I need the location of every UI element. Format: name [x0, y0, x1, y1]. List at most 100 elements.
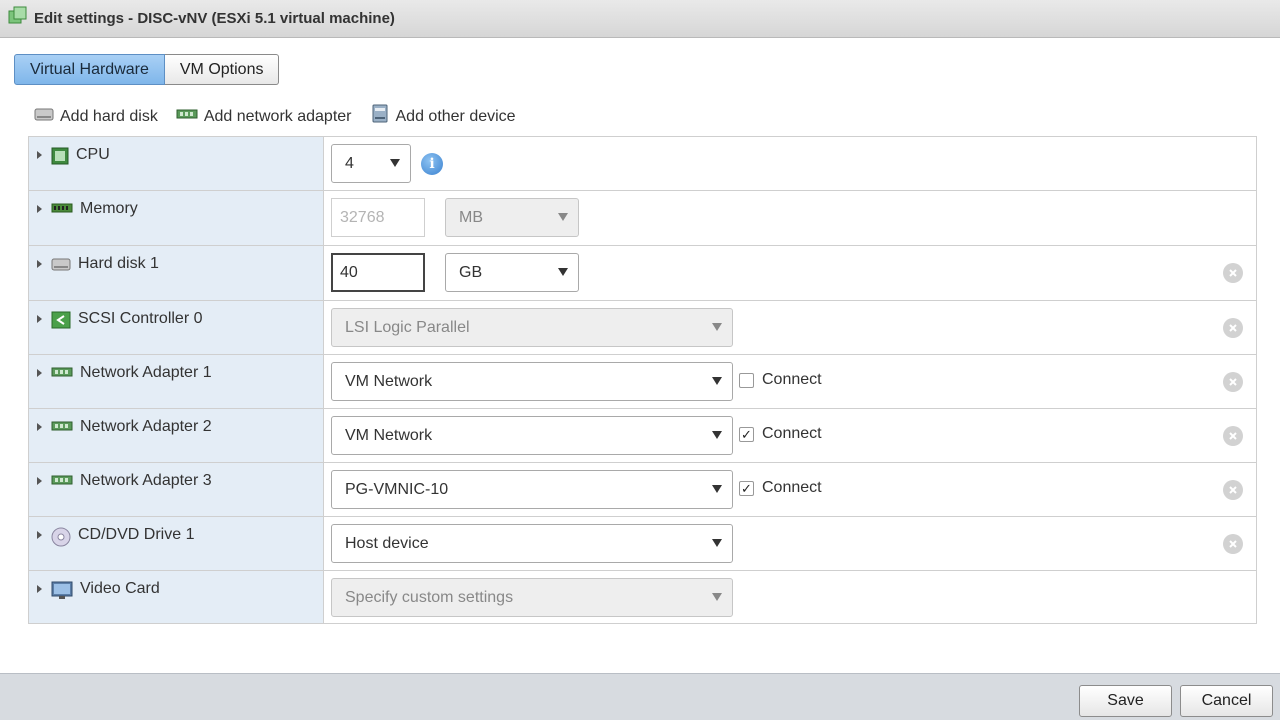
remove-circle-icon: [1229, 378, 1237, 386]
cpu-chip-icon: [51, 147, 69, 170]
checkbox-checked-icon[interactable]: ✓: [739, 480, 754, 496]
hardware-label-cell: Network Adapter 2: [29, 409, 324, 462]
checkbox-checked-icon[interactable]: ✓: [739, 426, 754, 442]
hardware-row-scsi-controller-0: SCSI Controller 0 LSI Logic Parallel: [29, 301, 1256, 355]
info-icon[interactable]: i: [421, 153, 443, 175]
add-hard-disk-label: Add hard disk: [60, 107, 158, 125]
hardware-value-cell: VM Network ✓ Connect: [324, 409, 1256, 462]
chevron-down-icon: [558, 268, 568, 276]
remove-circle-icon: [1229, 324, 1237, 332]
cd-disc-icon: [51, 527, 71, 552]
chevron-down-icon: [712, 539, 722, 547]
hardware-label-cell: Hard disk 1: [29, 246, 324, 300]
add-hard-disk-button[interactable]: Add hard disk: [34, 104, 158, 129]
hard-disk-size-input[interactable]: 40: [331, 253, 425, 292]
remove-scsi-controller-0-button[interactable]: [1223, 318, 1243, 338]
network-adapter-1-connect-checkbox[interactable]: Connect: [739, 371, 822, 389]
memory-unit-value: MB: [459, 208, 483, 226]
checkbox-unchecked[interactable]: [739, 372, 754, 388]
remove-cd-dvd-drive-1-button[interactable]: [1223, 534, 1243, 554]
network-adapter-3-connect-checkbox[interactable]: ✓ Connect: [739, 479, 822, 497]
remove-circle-icon: [1229, 432, 1237, 440]
hardware-value-cell: LSI Logic Parallel: [324, 301, 1256, 354]
add-network-adapter-button[interactable]: Add network adapter: [176, 104, 352, 129]
hardware-value-cell: 32768 MB: [324, 191, 1256, 245]
cpu-count-value: 4: [345, 154, 354, 172]
network-adapter-1-select[interactable]: VM Network: [331, 362, 733, 401]
remove-circle-icon: [1229, 540, 1237, 548]
hardware-row-network-adapter-2: Network Adapter 2 VM Network ✓ Connect: [29, 409, 1256, 463]
scsi-controller-icon: [51, 311, 71, 334]
expand-triangle-icon[interactable]: [37, 260, 42, 268]
hardware-value-cell: 4 i: [324, 137, 1256, 190]
expand-triangle-icon[interactable]: [37, 205, 42, 213]
network-adapter-2-connect-checkbox[interactable]: ✓ Connect: [739, 425, 822, 443]
monitor-icon: [51, 581, 73, 606]
cd-dvd-drive-1-select[interactable]: Host device: [331, 524, 733, 563]
hardware-row-cpu: CPU 4 i: [29, 137, 1256, 191]
tab-bar: Virtual Hardware VM Options: [14, 54, 280, 85]
expand-triangle-icon[interactable]: [37, 585, 42, 593]
hardware-label-cell: Network Adapter 1: [29, 355, 324, 408]
hardware-value-cell: PG-VMNIC-10 ✓ Connect: [324, 463, 1256, 516]
hard-disk-unit-select[interactable]: GB: [445, 253, 579, 292]
network-card-icon: [176, 107, 198, 126]
device-icon: [370, 104, 390, 129]
hardware-label-cell: Network Adapter 3: [29, 463, 324, 516]
connect-label: Connect: [762, 371, 822, 388]
memory-size-input[interactable]: 32768: [331, 198, 425, 237]
tab-virtual-hardware[interactable]: Virtual Hardware: [14, 54, 165, 85]
chevron-down-icon: [712, 485, 722, 493]
hardware-label-cell: Video Card: [29, 571, 324, 623]
video-card-settings-select[interactable]: Specify custom settings: [331, 578, 733, 617]
device-toolbar: Add hard disk Add network adapter Add ot…: [34, 104, 516, 129]
remove-circle-icon: [1229, 269, 1237, 277]
cpu-count-select[interactable]: 4: [331, 144, 411, 183]
expand-triangle-icon[interactable]: [37, 423, 42, 431]
hardware-label-cell: CPU: [29, 137, 324, 190]
cd-dvd-drive-1-value: Host device: [345, 534, 429, 552]
memory-module-icon: [51, 201, 73, 220]
chevron-down-icon: [558, 213, 568, 221]
video-card-label: Video Card: [80, 580, 160, 597]
cancel-button[interactable]: Cancel: [1180, 685, 1273, 717]
expand-triangle-icon[interactable]: [37, 477, 42, 485]
hard-disk-1-label: Hard disk 1: [78, 255, 159, 272]
chevron-down-icon: [712, 377, 722, 385]
video-card-settings-value: Specify custom settings: [345, 588, 514, 606]
memory-unit-select[interactable]: MB: [445, 198, 579, 237]
hardware-row-video-card: Video Card Specify custom settings: [29, 571, 1256, 623]
hardware-row-memory: Memory 32768 MB: [29, 191, 1256, 246]
cd-dvd-drive-1-label: CD/DVD Drive 1: [78, 526, 195, 543]
network-card-icon: [51, 419, 73, 438]
expand-triangle-icon[interactable]: [37, 315, 42, 323]
expand-triangle-icon[interactable]: [37, 531, 42, 539]
connect-label: Connect: [762, 479, 822, 496]
expand-triangle-icon[interactable]: [37, 151, 42, 159]
hardware-value-cell: VM Network Connect: [324, 355, 1256, 408]
hardware-row-network-adapter-1: Network Adapter 1 VM Network Connect: [29, 355, 1256, 409]
hard-disk-unit-value: GB: [459, 263, 483, 281]
network-adapter-2-label: Network Adapter 2: [80, 418, 212, 435]
remove-network-adapter-2-button[interactable]: [1223, 426, 1243, 446]
save-button[interactable]: Save: [1079, 685, 1172, 717]
hardware-label-cell: Memory: [29, 191, 324, 245]
add-other-device-button[interactable]: Add other device: [370, 104, 516, 129]
remove-network-adapter-1-button[interactable]: [1223, 372, 1243, 392]
network-adapter-1-label: Network Adapter 1: [80, 364, 212, 381]
network-adapter-2-select[interactable]: VM Network: [331, 416, 733, 455]
expand-triangle-icon[interactable]: [37, 369, 42, 377]
hardware-row-cd-dvd-drive-1: CD/DVD Drive 1 Host device: [29, 517, 1256, 571]
hard-disk-icon: [34, 106, 54, 127]
hardware-value-cell: 40 GB: [324, 246, 1256, 300]
hardware-value-cell: Host device: [324, 517, 1256, 570]
scsi-controller-type-select[interactable]: LSI Logic Parallel: [331, 308, 733, 347]
cpu-label: CPU: [76, 146, 110, 163]
hardware-row-network-adapter-3: Network Adapter 3 PG-VMNIC-10 ✓ Connect: [29, 463, 1256, 517]
network-adapter-3-select[interactable]: PG-VMNIC-10: [331, 470, 733, 509]
dialog-titlebar: Edit settings - DISC-vNV (ESXi 5.1 virtu…: [0, 0, 1280, 38]
remove-hard-disk-1-button[interactable]: [1223, 263, 1243, 283]
scsi-controller-type-value: LSI Logic Parallel: [345, 318, 470, 336]
remove-network-adapter-3-button[interactable]: [1223, 480, 1243, 500]
tab-vm-options[interactable]: VM Options: [164, 54, 280, 85]
